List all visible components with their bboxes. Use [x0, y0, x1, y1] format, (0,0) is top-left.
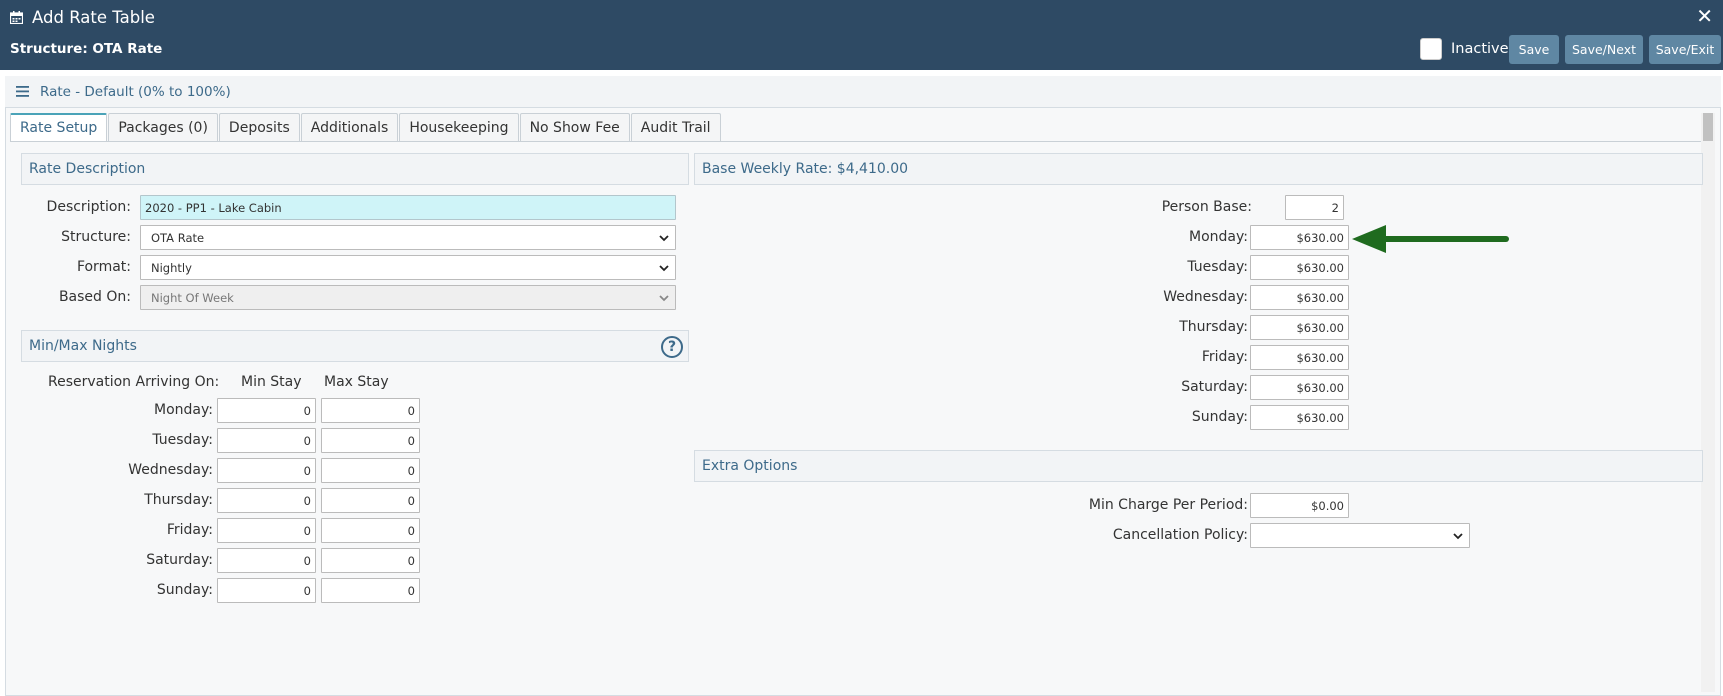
structure-select-value: OTA Rate: [151, 230, 205, 245]
tab-deposits[interactable]: Deposits: [218, 113, 300, 141]
max-stay-input[interactable]: [321, 578, 420, 603]
tab-audit-trail[interactable]: Audit Trail: [630, 113, 721, 141]
description-label: Description:: [46, 199, 131, 215]
inactive-label: Inactive: [1451, 41, 1509, 57]
save-button[interactable]: Save: [1509, 35, 1559, 64]
rate-day-label: Saturday:: [1181, 379, 1248, 395]
tab-additionals[interactable]: Additionals: [300, 113, 399, 141]
structure-subtitle: Structure: OTA Rate: [10, 41, 163, 57]
based-on-label: Based On:: [58, 289, 131, 305]
cancellation-policy-label: Cancellation Policy:: [1112, 527, 1248, 543]
rate-wednesday-input[interactable]: [1250, 285, 1349, 310]
rate-day-label: Thursday:: [1179, 319, 1248, 335]
base-weekly-rate-title: Base Weekly Rate: $4,410.00: [702, 161, 909, 177]
min-charge-label: Min Charge Per Period:: [1088, 497, 1248, 513]
question-circle-icon[interactable]: ?: [661, 336, 683, 358]
rate-day-label: Monday:: [1189, 229, 1248, 245]
min-max-day-label: Monday:: [154, 402, 213, 418]
structure-label: Structure:: [61, 229, 131, 245]
max-stay-input[interactable]: [321, 488, 420, 513]
min-max-nights-section: Min/Max Nights ?: [21, 330, 689, 362]
max-stay-input[interactable]: [321, 398, 420, 423]
description-input[interactable]: [140, 195, 676, 220]
min-max-nights-title: Min/Max Nights: [29, 338, 137, 354]
scrollbar-thumb[interactable]: [1703, 113, 1713, 141]
extra-options-section: Extra Options: [694, 450, 1703, 482]
base-weekly-rate-section: Base Weekly Rate: $4,410.00: [694, 153, 1703, 185]
based-on-select-value: Night Of Week: [151, 290, 234, 305]
save-exit-button[interactable]: Save/Exit: [1649, 35, 1721, 64]
tab-housekeeping[interactable]: Housekeeping: [399, 113, 519, 141]
min-max-day-label: Wednesday:: [128, 462, 213, 478]
min-max-day-label: Sunday:: [156, 582, 213, 598]
chevron-down-icon: [659, 235, 669, 242]
person-base-label: Person Base:: [1161, 199, 1252, 215]
rate-description-section: Rate Description: [21, 153, 689, 185]
min-stay-input[interactable]: [217, 578, 316, 603]
min-stay-input[interactable]: [217, 518, 316, 543]
min-max-day-label: Thursday:: [144, 492, 213, 508]
person-base-input[interactable]: [1285, 195, 1344, 220]
rate-friday-input[interactable]: [1250, 345, 1349, 370]
chevron-down-icon: [659, 265, 669, 272]
window-header: Add Rate Table ✕ Structure: OTA Rate Ina…: [0, 0, 1723, 70]
rate-description-title: Rate Description: [29, 161, 146, 177]
rate-day-label: Wednesday:: [1163, 289, 1248, 305]
min-stay-input[interactable]: [217, 548, 316, 573]
rate-panel-header[interactable]: Rate - Default (0% to 100%): [5, 76, 1721, 108]
hamburger-icon[interactable]: [16, 86, 29, 97]
max-stay-input[interactable]: [321, 428, 420, 453]
min-max-day-label: Saturday:: [146, 552, 213, 568]
min-max-day-label: Tuesday:: [152, 432, 213, 448]
min-charge-input[interactable]: [1250, 493, 1349, 518]
max-stay-header: Max Stay: [324, 374, 389, 390]
min-stay-input[interactable]: [217, 398, 316, 423]
tab-packages[interactable]: Packages (0): [108, 113, 218, 141]
window-title: Add Rate Table: [32, 7, 155, 27]
chevron-down-icon: [1453, 533, 1463, 540]
rate-day-label: Friday:: [1201, 349, 1248, 365]
tab-no-show-fee[interactable]: No Show Fee: [519, 113, 630, 141]
chevron-down-icon: [659, 295, 669, 302]
close-icon[interactable]: ✕: [1696, 4, 1713, 28]
min-stay-input[interactable]: [217, 458, 316, 483]
vertical-scrollbar[interactable]: [1701, 113, 1715, 692]
calendar-icon: [10, 10, 23, 24]
extra-options-title: Extra Options: [702, 458, 798, 474]
rate-saturday-input[interactable]: [1250, 375, 1349, 400]
format-label: Format:: [76, 259, 131, 275]
min-stay-input[interactable]: [217, 428, 316, 453]
min-stay-input[interactable]: [217, 488, 316, 513]
max-stay-input[interactable]: [321, 458, 420, 483]
max-stay-input[interactable]: [321, 518, 420, 543]
green-arrow-icon: [1352, 225, 1509, 253]
tab-rate-setup[interactable]: Rate Setup: [10, 113, 108, 141]
rate-thursday-input[interactable]: [1250, 315, 1349, 340]
cancellation-policy-select[interactable]: [1250, 523, 1470, 548]
structure-select[interactable]: OTA Rate: [140, 225, 676, 250]
reservation-arriving-label: Reservation Arriving On:: [48, 374, 220, 390]
tab-divider: [10, 141, 1702, 142]
rate-tuesday-input[interactable]: [1250, 255, 1349, 280]
format-select-value: Nightly: [151, 260, 192, 275]
save-next-button[interactable]: Save/Next: [1565, 35, 1643, 64]
format-select[interactable]: Nightly: [140, 255, 676, 280]
window-title-bar: Add Rate Table: [10, 6, 155, 28]
max-stay-input[interactable]: [321, 548, 420, 573]
tab-bar: Rate Setup Packages (0) Deposits Additio…: [10, 113, 722, 141]
min-stay-header: Min Stay: [241, 374, 302, 390]
inactive-checkbox[interactable]: [1420, 38, 1442, 60]
rate-monday-input[interactable]: [1250, 225, 1349, 250]
inactive-toggle[interactable]: Inactive: [1420, 38, 1509, 60]
based-on-select: Night Of Week: [140, 285, 676, 310]
rate-panel-title: Rate - Default (0% to 100%): [40, 83, 231, 100]
rate-sunday-input[interactable]: [1250, 405, 1349, 430]
rate-day-label: Sunday:: [1191, 409, 1248, 425]
rate-day-label: Tuesday:: [1187, 259, 1248, 275]
min-max-day-label: Friday:: [166, 522, 213, 538]
